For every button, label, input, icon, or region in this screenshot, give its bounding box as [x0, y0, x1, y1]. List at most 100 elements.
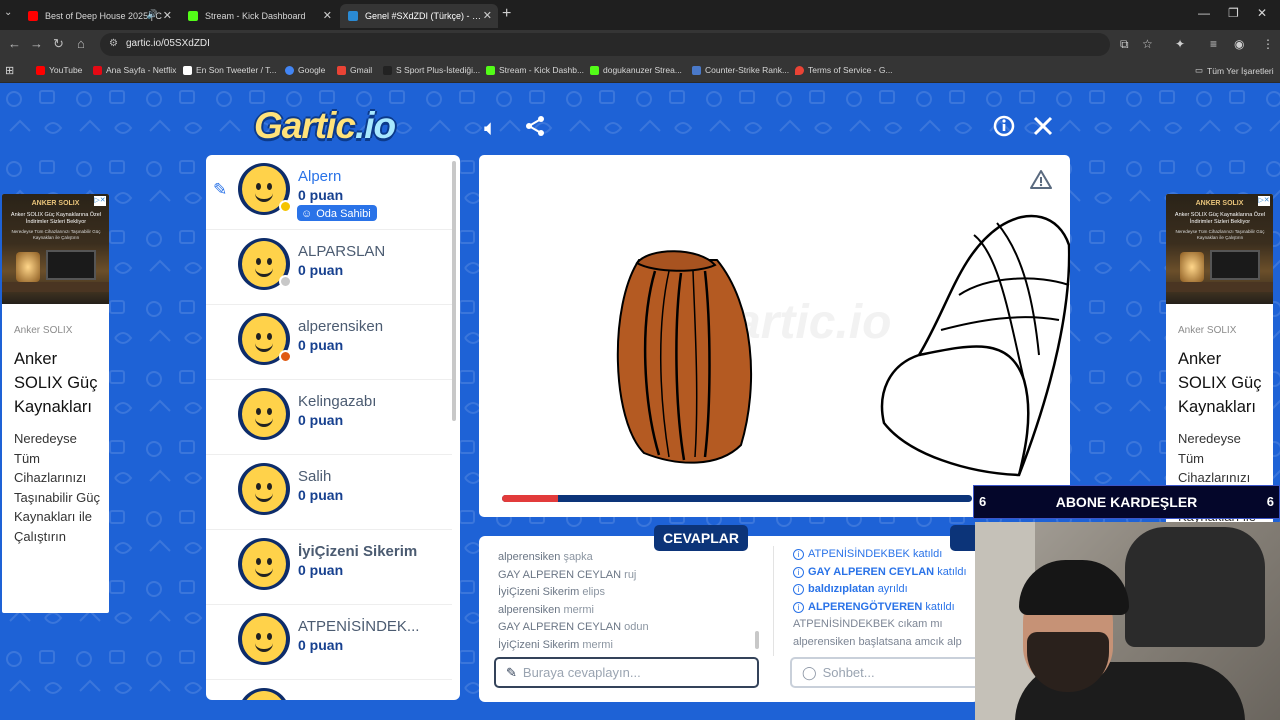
player-card[interactable]: Kelingazabı 0 puan — [206, 380, 452, 455]
tab-answers[interactable]: CEVAPLAR — [654, 525, 748, 551]
close-icon[interactable] — [1032, 115, 1054, 137]
info-icon: i — [793, 549, 804, 560]
answers-list: alperensiken şapka GAY ALPEREN CEYLAN ru… — [498, 549, 768, 654]
extensions-icon[interactable]: ✦ — [1175, 37, 1185, 51]
stream-banner: 6 ABONE KARDEŞLER 6 — [973, 485, 1280, 519]
webcam-overlay — [975, 522, 1280, 720]
chat-item: i ALPERENGÖTVEREN katıldı — [793, 599, 979, 617]
ad-choices-icon[interactable]: ▷✕ — [94, 196, 106, 206]
player-score: 0 puan — [298, 562, 344, 578]
reload-icon[interactable]: ↻ — [53, 36, 64, 52]
player-name: İyiÇizeni Sikerim — [298, 543, 418, 560]
info-icon: i — [793, 566, 804, 578]
minimize-icon[interactable]: — — [1198, 6, 1210, 20]
youtube-icon — [28, 11, 38, 21]
bookmark-netflix[interactable]: Ana Sayfa - Netflix — [93, 65, 176, 75]
player-score: 0 puan — [298, 262, 344, 278]
browser-tab-bar: ⌄ Best of Deep House 2025 | C 🔊 ✕ Stream… — [0, 0, 1280, 30]
answers-chat-panel: alperensiken şapka GAY ALPEREN CEYLAN ru… — [479, 536, 979, 702]
forward-icon[interactable]: → — [30, 36, 43, 51]
crown-icon: ☺ — [301, 207, 313, 220]
bookmark-ssport[interactable]: S Sport Plus-İstediği... — [383, 65, 480, 75]
chat-item: alperensiken başlatsana amcık alp — [793, 635, 962, 648]
all-bookmarks[interactable]: ▭ Tüm Yer İşaretleri — [1195, 65, 1274, 76]
tab-search-icon[interactable]: ⌄ — [4, 7, 12, 18]
chat-input-box[interactable]: ◯ — [790, 657, 979, 688]
ad-choices-icon[interactable]: ▷✕ — [1258, 196, 1270, 206]
back-icon[interactable]: ← — [8, 36, 21, 51]
player-card[interactable]: ALPARSLAN 0 puan — [206, 230, 452, 305]
avatar — [238, 313, 292, 365]
player-card[interactable]: ✎ Alpern 0 puan ☺ Oda Sahibi — [206, 155, 452, 230]
info-icon[interactable] — [993, 115, 1015, 137]
media-icon[interactable]: ≡ — [1210, 37, 1217, 51]
player-card[interactable]: Salih 0 puan — [206, 455, 452, 530]
cast-icon[interactable]: ⧉ — [1120, 37, 1129, 52]
apps-icon[interactable]: ⊞ — [5, 64, 14, 77]
answer-item: GAY ALPEREN CEYLAN odun — [498, 621, 649, 633]
chat-input[interactable] — [822, 665, 963, 680]
chat-item: i baldızıplatan ayrıldı — [793, 581, 979, 599]
site-info-icon[interactable]: ⚙ — [109, 38, 118, 49]
players-scrollbar[interactable] — [452, 161, 456, 421]
speaker-icon[interactable]: 🔊 — [147, 9, 158, 20]
player-card[interactable]: ATPENİSİNDEK... 0 puan — [206, 605, 452, 680]
bookmark-kick-stream[interactable]: dogukanuzer Strea... — [590, 65, 682, 75]
avatar — [238, 613, 290, 665]
kick-icon — [486, 65, 495, 75]
ad-left[interactable]: ANKER SOLIX Anker SOLIX Güç Kaynaklarına… — [2, 194, 109, 613]
bookmark-youtube[interactable]: YouTube — [36, 65, 82, 75]
kick-icon — [188, 11, 198, 21]
new-tab-icon[interactable]: + — [502, 5, 511, 23]
share-icon[interactable] — [524, 115, 546, 137]
answer-input-box[interactable]: ✎ — [494, 657, 759, 688]
close-window-icon[interactable]: ✕ — [1257, 6, 1267, 20]
player-score: 0 puan — [298, 412, 344, 428]
answer-item: GAY ALPEREN CEYLAN ruj — [498, 568, 637, 581]
player-card[interactable]: alperensiken 0 puan — [206, 305, 452, 380]
players-panel: ✎ Alpern 0 puan ☺ Oda Sahibi ALPARSLAN 0 … — [206, 155, 460, 700]
answer-item: İyiÇizeni Sikerim mermi — [498, 638, 613, 651]
bookmark-google[interactable]: Google — [285, 65, 325, 75]
tab-youtube[interactable]: Best of Deep House 2025 | C 🔊 ✕ — [20, 4, 178, 28]
answer-item: alperensiken mermi — [498, 603, 594, 616]
gartic-icon — [348, 11, 358, 21]
gmail-icon — [337, 65, 346, 75]
url-field[interactable]: ⚙ gartic.io/05SXdZDI — [100, 33, 1110, 56]
player-score: 0 puan — [298, 187, 344, 203]
drawing-canvas[interactable]: artic.io — [479, 155, 1070, 517]
close-tab-icon[interactable]: ✕ — [483, 9, 492, 22]
chat-list: i ATPENİSİNDEKBEK katıldı i GAY ALPEREN CE… — [793, 546, 979, 651]
player-card[interactable]: İyiÇizeni Sikerim 0 puan — [206, 530, 452, 605]
tab-gartic[interactable]: Genel #SXdZDI (Türkçe) - Gartic ✕ — [340, 4, 498, 28]
bookmark-twitter[interactable]: En Son Tweetler / T... — [183, 65, 276, 75]
close-tab-icon[interactable]: ✕ — [163, 9, 172, 22]
menu-icon[interactable]: ⋮ — [1262, 37, 1274, 51]
tab-kick-dashboard[interactable]: Stream - Kick Dashboard ✕ — [180, 4, 338, 28]
folder-icon: ▭ — [1195, 65, 1204, 75]
player-card[interactable] — [206, 680, 452, 700]
drawing — [616, 214, 1070, 477]
bookmark-gmail[interactable]: Gmail — [337, 65, 372, 75]
bookmark-star-icon[interactable]: ☆ — [1142, 37, 1153, 51]
kick-icon — [590, 65, 599, 75]
info-icon: i — [793, 601, 804, 613]
player-name: ALPARSLAN — [298, 243, 386, 260]
avatar — [238, 388, 290, 440]
bookmark-terms[interactable]: Terms of Service - G... — [795, 65, 893, 75]
profile-avatar[interactable]: ◉ — [1234, 37, 1244, 51]
bookmark-cs-rank[interactable]: Counter-Strike Rank... — [692, 65, 789, 75]
player-name: alperensiken — [298, 318, 384, 335]
round-timer-bar — [502, 495, 972, 502]
panel-divider — [773, 546, 774, 656]
maximize-icon[interactable]: ❐ — [1228, 6, 1239, 20]
report-icon[interactable] — [1030, 169, 1052, 189]
bookmark-kick-dashboard[interactable]: Stream - Kick Dashb... — [486, 65, 584, 75]
info-icon: i — [793, 584, 804, 595]
sound-icon[interactable]: 🔈︎ — [484, 115, 497, 141]
answer-input[interactable] — [522, 665, 723, 680]
answers-scrollbar[interactable] — [755, 631, 759, 649]
home-icon[interactable]: ⌂ — [77, 36, 85, 51]
close-tab-icon[interactable]: ✕ — [323, 9, 332, 22]
pencil-icon: ✎ — [213, 180, 228, 199]
